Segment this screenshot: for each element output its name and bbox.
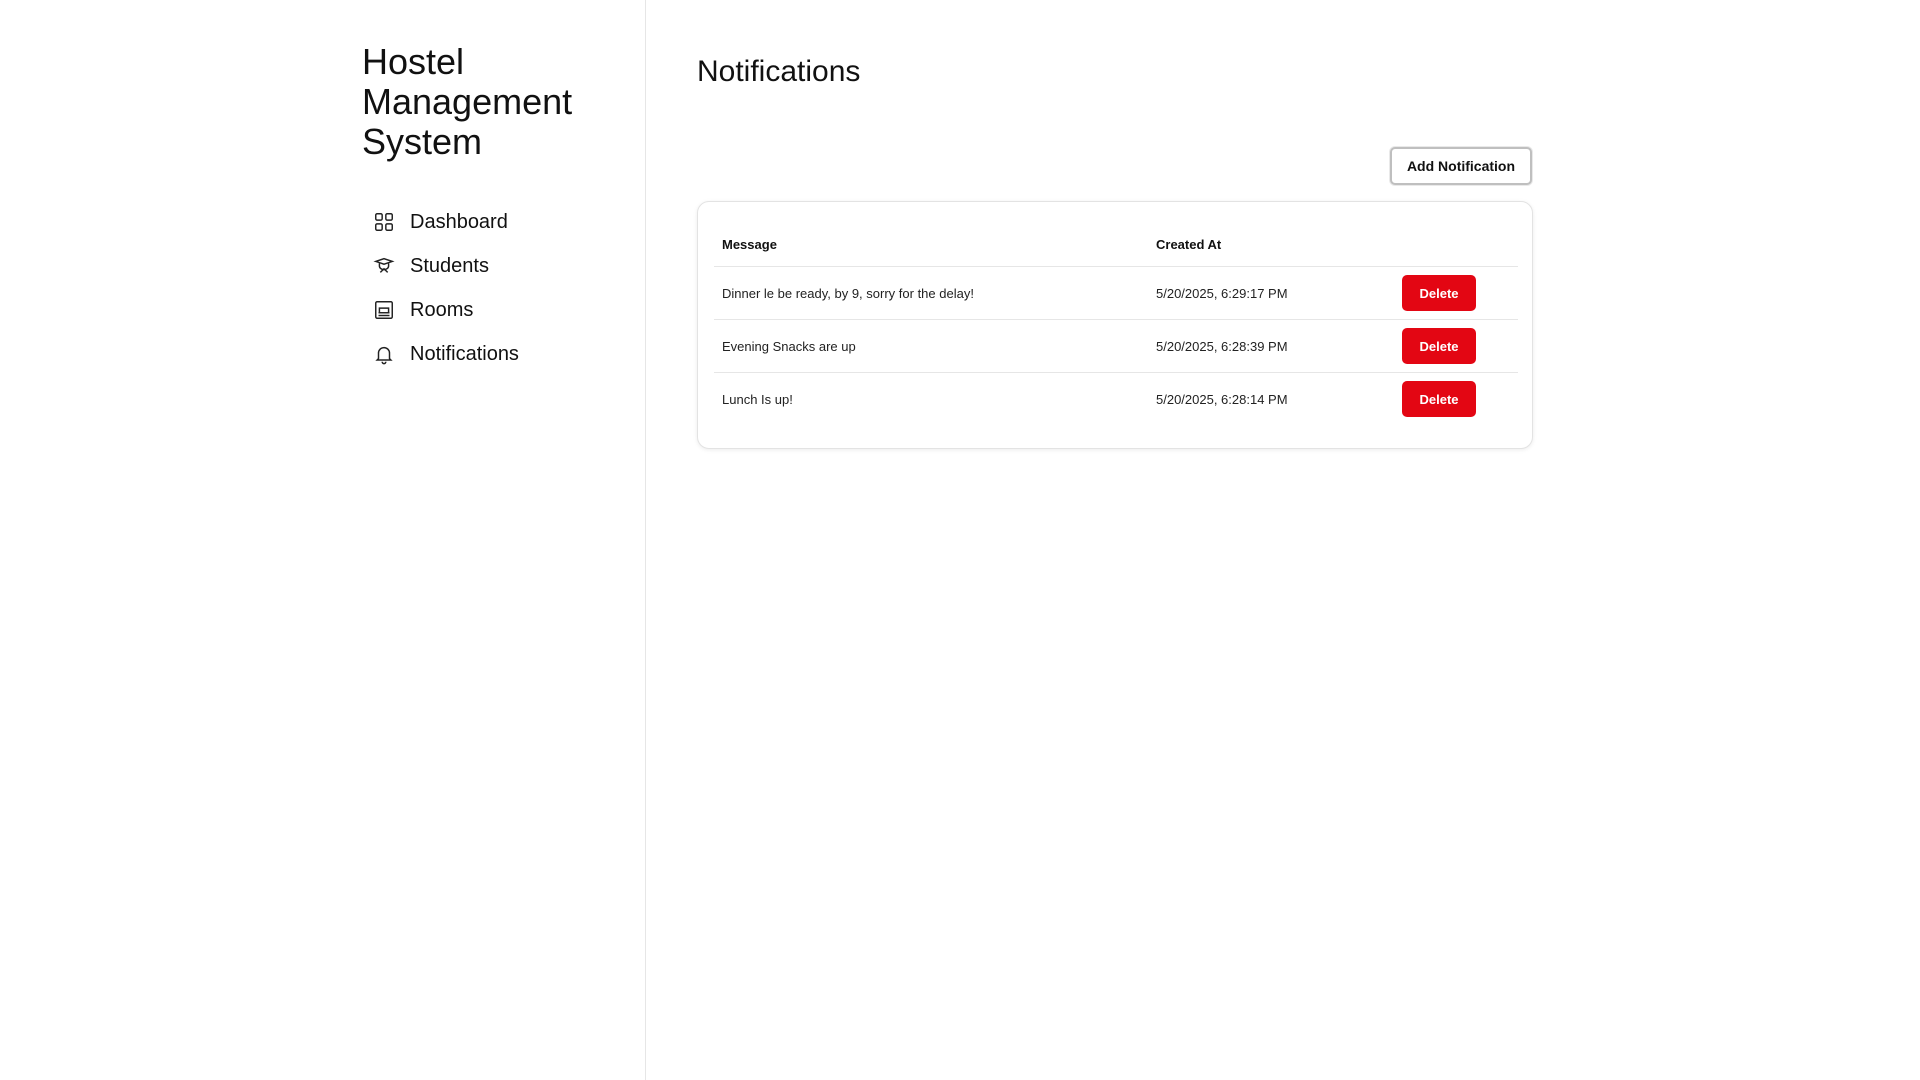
sidebar: Hostel Management System Dashboard Stude…: [0, 0, 646, 1080]
student-graduation-icon: [372, 254, 396, 278]
actions-cell: Delete: [1394, 373, 1518, 426]
notification-message: Dinner le be ready, by 9, sorry for the …: [714, 266, 1148, 320]
sidebar-item-students[interactable]: Students: [372, 244, 519, 288]
notification-message: Lunch Is up!: [722, 391, 793, 407]
column-header-created-at: Created At: [1148, 222, 1394, 267]
sidebar-item-label: Rooms: [410, 298, 474, 321]
column-header-message: Message: [714, 222, 1148, 267]
app-brand-title: Hostel Management System: [362, 41, 573, 162]
sidebar-item-label: Dashboard: [410, 210, 508, 233]
notification-created-at: 5/20/2025, 6:28:14 PM: [1156, 391, 1288, 407]
delete-button[interactable]: Delete: [1402, 328, 1476, 364]
sidebar-item-rooms[interactable]: Rooms: [372, 288, 519, 332]
delete-button[interactable]: Delete: [1402, 381, 1476, 417]
table-row: Dinner le be ready, by 9, sorry for the …: [714, 266, 1518, 320]
table-row: Evening Snacks are up 5/20/2025, 6:28:39…: [714, 319, 1518, 373]
notifications-table: Message Created At Dinner le be ready, b…: [714, 222, 1518, 425]
notification-message: Evening Snacks are up: [714, 319, 1148, 373]
sidebar-item-label: Notifications: [410, 342, 519, 365]
notification-created-at: 5/20/2025, 6:28:39 PM: [1148, 319, 1394, 373]
dashboard-grid-icon: [372, 210, 396, 234]
bell-icon: [372, 342, 396, 366]
column-header-actions: [1394, 222, 1518, 267]
app-root: Hostel Management System Dashboard Stude…: [0, 0, 1920, 1080]
actions-cell: Delete: [1394, 266, 1518, 320]
room-bed-icon: [372, 298, 396, 322]
main-content: Notifications Add Notification Message C…: [647, 0, 1920, 1080]
add-notification-button[interactable]: Add Notification: [1390, 147, 1532, 185]
notification-created-at: 5/20/2025, 6:29:17 PM: [1148, 266, 1394, 320]
sidebar-item-dashboard[interactable]: Dashboard: [372, 200, 519, 244]
notifications-table-card: Message Created At Dinner le be ready, b…: [697, 201, 1533, 449]
table-header-row: Message Created At: [714, 222, 1518, 267]
sidebar-item-notifications[interactable]: Notifications: [372, 332, 519, 376]
sidebar-item-label: Students: [410, 254, 489, 277]
actions-cell: Delete: [1394, 319, 1518, 373]
page-title: Notifications: [697, 55, 861, 88]
sidebar-nav: Dashboard Students Rooms Notifications: [372, 200, 519, 376]
delete-button[interactable]: Delete: [1402, 275, 1476, 311]
table-row: Lunch Is up! 5/20/2025, 6:28:14 PM Delet…: [714, 373, 1518, 426]
